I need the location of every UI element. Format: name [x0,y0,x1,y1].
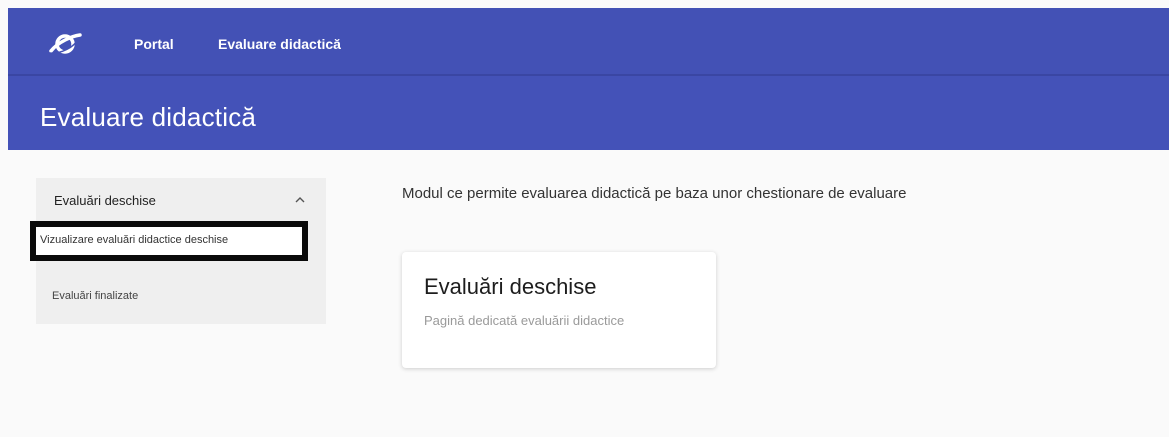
page-title: Evaluare didactică [40,102,257,132]
sidebar-group-evaluari-deschise[interactable]: Evaluări deschise [36,178,326,224]
sidebar-item-vizualizare-evaluari[interactable]: Vizualizare evaluări didactice deschise [30,221,308,261]
nav-link-portal[interactable]: Portal [134,36,174,52]
module-description: Modul ce permite evaluarea didactică pe … [402,185,907,202]
planet-ring-icon[interactable] [48,30,82,58]
nav-link-evaluare-didactica[interactable]: Evaluare didactică [218,36,341,52]
sidebar-item-label: Vizualizare evaluări didactice deschise [40,234,229,246]
card-title: Evaluări deschise [424,274,597,299]
top-navbar: Portal Evaluare didactică [8,8,1169,76]
chevron-up-icon[interactable] [292,192,308,208]
card-subtitle: Pagină dedicată evaluării didactice [424,313,625,328]
evaluari-deschise-card[interactable]: Evaluări deschise Pagină dedicată evaluă… [402,252,716,368]
sidebar-group-label: Evaluări deschise [54,193,156,208]
sidebar: Evaluări deschise Vizualizare evaluări d… [30,178,326,324]
sidebar-item-evaluari-finalizate[interactable]: Evaluări finalizate [52,290,138,302]
page-title-bar: Evaluare didactică [8,76,1169,150]
